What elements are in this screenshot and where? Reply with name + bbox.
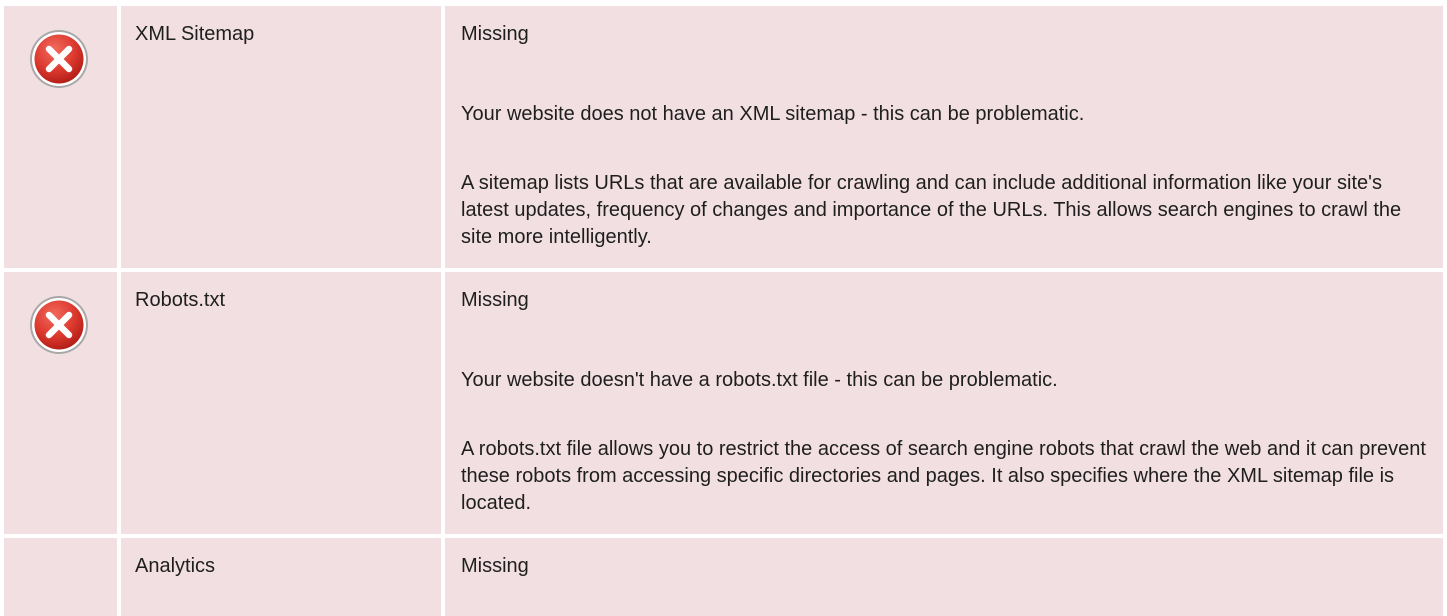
error-x-icon <box>30 296 88 354</box>
status-icon-cell <box>4 272 117 534</box>
check-status: Missing <box>461 289 529 311</box>
check-row-robots-txt: Robots.txt Missing Your website doesn't … <box>0 272 1447 534</box>
error-x-icon <box>30 30 88 88</box>
check-name-cell: Robots.txt <box>121 272 441 534</box>
check-result-cell: Missing Your website does not have an XM… <box>445 6 1443 268</box>
check-detail: A sitemap lists URLs that are available … <box>461 172 1402 248</box>
check-result-cell: Missing <box>445 538 1443 616</box>
check-name-cell: Analytics <box>121 538 441 616</box>
check-row-analytics: Analytics Missing <box>0 538 1447 616</box>
check-result-cell: Missing Your website doesn't have a robo… <box>445 272 1443 534</box>
check-detail: A robots.txt file allows you to restrict… <box>461 438 1426 514</box>
check-name: XML Sitemap <box>135 23 255 45</box>
check-summary: Your website doesn't have a robots.txt f… <box>461 369 1058 391</box>
status-icon-cell <box>4 538 117 616</box>
check-status: Missing <box>461 555 529 577</box>
check-name: Robots.txt <box>135 289 226 311</box>
check-row-xml-sitemap: XML Sitemap Missing Your website does no… <box>0 6 1447 268</box>
check-name: Analytics <box>135 555 216 577</box>
seo-report-table: XML Sitemap Missing Your website does no… <box>0 0 1447 616</box>
check-summary: Your website does not have an XML sitema… <box>461 103 1085 125</box>
check-status: Missing <box>461 23 529 45</box>
check-name-cell: XML Sitemap <box>121 6 441 268</box>
status-icon-cell <box>4 6 117 268</box>
